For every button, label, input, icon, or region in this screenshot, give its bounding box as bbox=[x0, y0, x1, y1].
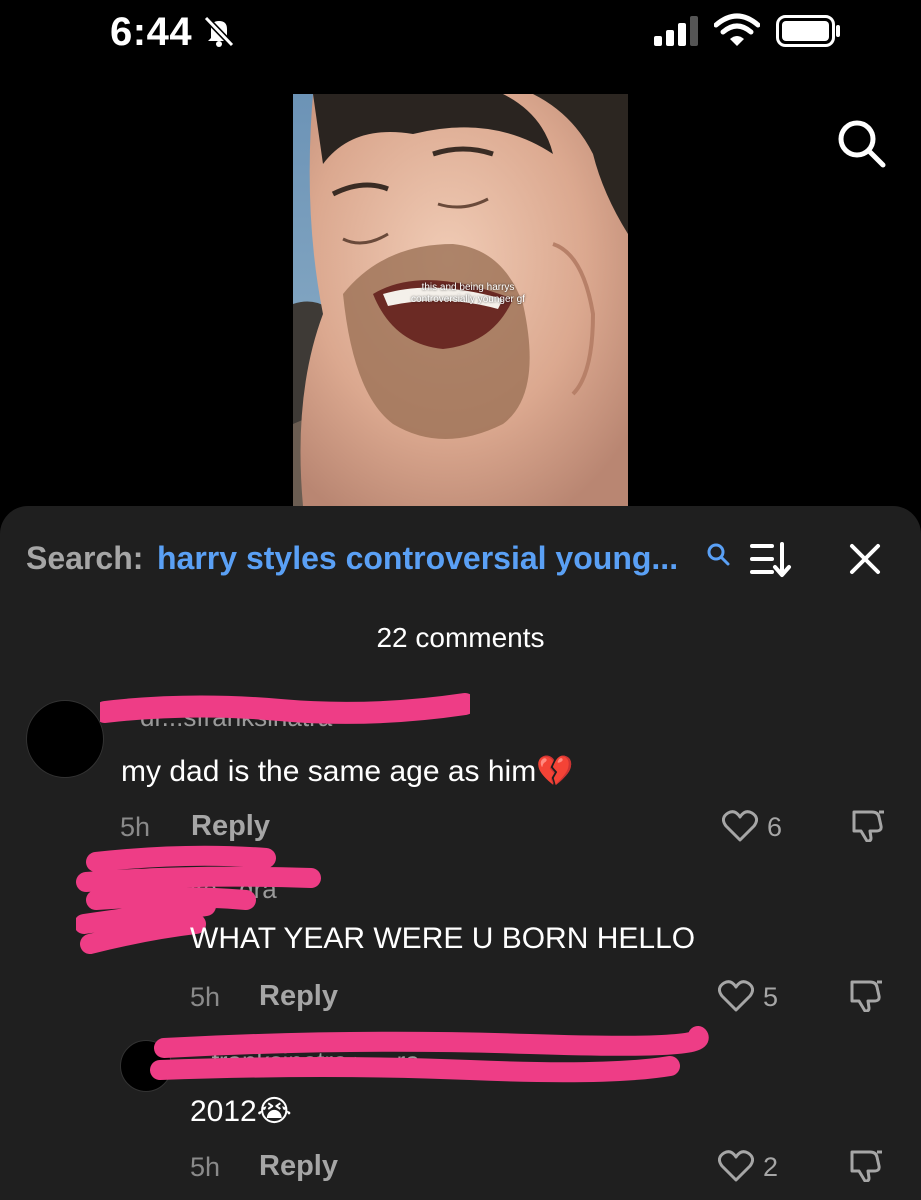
comment-timestamp: 5h bbox=[190, 982, 221, 1012]
broken-heart-emoji: 💔 bbox=[536, 755, 574, 788]
comment-text: 2012😭 bbox=[190, 1095, 292, 1128]
status-time: 6:44 bbox=[110, 10, 193, 54]
comment-text: my dad is the same age as him💔 bbox=[121, 755, 574, 788]
comment-timestamp: 5h bbox=[120, 812, 151, 842]
heart-icon[interactable] bbox=[718, 1150, 754, 1182]
crying-face-emoji: 😭 bbox=[256, 1095, 292, 1128]
sort-icon[interactable] bbox=[750, 540, 792, 580]
heart-icon[interactable] bbox=[718, 980, 754, 1012]
bell-slash-icon bbox=[203, 15, 235, 48]
search-icon[interactable] bbox=[706, 542, 730, 566]
search-query-link[interactable]: harry styles controversial young... bbox=[157, 540, 678, 577]
search-label: Search: bbox=[26, 540, 144, 576]
comment-username[interactable]: ka...dra bbox=[190, 874, 277, 905]
cellular-signal-icon bbox=[654, 16, 698, 46]
video-thumbnail[interactable]: this and being harrys controversially yo… bbox=[293, 94, 628, 506]
reply-button[interactable]: Reply bbox=[259, 1150, 338, 1183]
close-icon[interactable] bbox=[848, 542, 882, 576]
battery-icon bbox=[776, 15, 840, 47]
avatar[interactable] bbox=[120, 868, 170, 918]
avatar[interactable] bbox=[26, 700, 104, 778]
comment-username[interactable]: ...franksinatra ▸ ...ra bbox=[190, 1046, 420, 1077]
video-overlay-caption: this and being harrys controversially yo… bbox=[411, 282, 525, 305]
like-count: 5 bbox=[763, 982, 779, 1012]
comment-timestamp: 5h bbox=[190, 1152, 221, 1182]
reply-button[interactable]: Reply bbox=[191, 810, 270, 843]
comments-sheet: Search: harry styles controversial young… bbox=[0, 506, 921, 1200]
like-count: 6 bbox=[767, 812, 783, 842]
reply-button[interactable]: Reply bbox=[259, 980, 338, 1013]
status-bar: 6:44 bbox=[0, 0, 921, 70]
thumbs-down-icon[interactable] bbox=[848, 978, 884, 1012]
heart-icon[interactable] bbox=[722, 810, 758, 842]
comments-header: Search: harry styles controversial young… bbox=[0, 506, 921, 606]
avatar[interactable] bbox=[120, 1040, 172, 1092]
wifi-icon bbox=[714, 13, 760, 46]
comment-count: 22 comments bbox=[376, 622, 545, 653]
thumbs-down-icon[interactable] bbox=[850, 808, 886, 842]
thumbs-down-icon[interactable] bbox=[848, 1148, 884, 1182]
like-count: 2 bbox=[763, 1152, 779, 1182]
comment-text: WHAT YEAR WERE U BORN HELLO bbox=[190, 922, 696, 955]
search-icon[interactable] bbox=[836, 118, 886, 168]
comment-username[interactable]: dr...sfranksinatra bbox=[140, 702, 332, 733]
